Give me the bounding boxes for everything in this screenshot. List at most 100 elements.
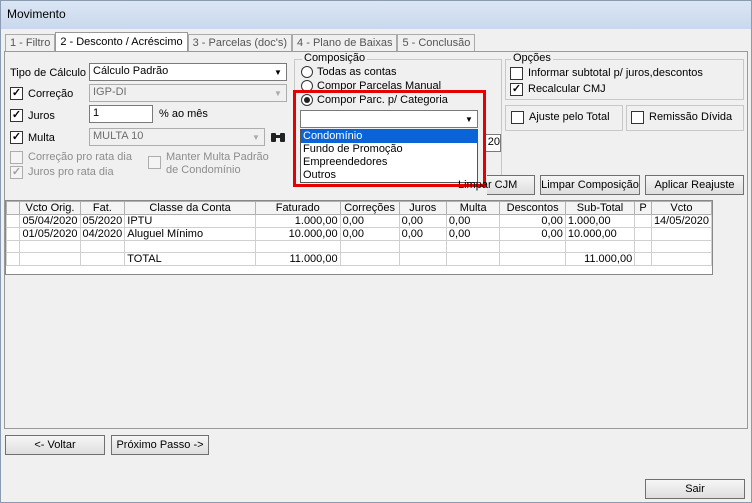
- multa-value: MULTA 10: [93, 130, 144, 142]
- manter-multa-checkbox[interactable]: [148, 156, 161, 169]
- tab-plano-baixas[interactable]: 4 - Plano de Baixas: [292, 34, 398, 52]
- cell-sub-total: 1.000,00: [564, 214, 636, 228]
- tab-parcelas[interactable]: 3 - Parcelas (doc's): [187, 34, 293, 52]
- cell-indicator: [5, 227, 21, 241]
- cell-faturado: 10.000,00: [254, 227, 341, 241]
- cell-multa: 0,00: [445, 227, 501, 241]
- multa-label: Multa: [28, 132, 55, 144]
- manter-multa-label-2: de Condomínio: [166, 164, 241, 176]
- chevron-down-icon[interactable]: ▼: [270, 85, 286, 101]
- column-header-vcto[interactable]: Vcto: [650, 201, 713, 215]
- table-row[interactable]: [5, 240, 713, 253]
- column-header-fat[interactable]: Fat.: [79, 201, 126, 215]
- column-header-juros[interactable]: Juros: [398, 201, 447, 215]
- juros-label: Juros: [28, 110, 55, 122]
- radio-todas-contas[interactable]: [301, 66, 313, 78]
- column-header-vcto-orig[interactable]: Vcto Orig.: [19, 201, 81, 215]
- tipo-calculo-value: Cálculo Padrão: [93, 65, 169, 77]
- sair-button[interactable]: Sair: [645, 479, 745, 499]
- ajuste-total-label: Ajuste pelo Total: [529, 111, 610, 123]
- table-row[interactable]: 01/05/2020 04/2020 Aluguel Mínimo 10.000…: [5, 227, 713, 241]
- column-header-sub-total[interactable]: Sub-Total: [564, 201, 636, 215]
- cell-multa: [445, 240, 501, 253]
- cell-p: [634, 240, 652, 253]
- cell-p: [634, 252, 652, 266]
- tipo-calculo-select[interactable]: Cálculo Padrão ▼: [89, 63, 287, 81]
- cell-classe-conta: [124, 240, 256, 253]
- correcao-pro-rata-checkbox[interactable]: [10, 151, 23, 164]
- column-header-faturado[interactable]: Faturado: [254, 201, 341, 215]
- tab-filtro[interactable]: 1 - Filtro: [5, 34, 56, 52]
- limpar-cjm-button[interactable]: Limpar CJM: [458, 175, 535, 195]
- cell-fat: 05/2020: [79, 214, 126, 228]
- cell-vcto: [650, 227, 713, 241]
- parcelas-table: Vcto Orig. Fat. Classe da Conta Faturado…: [5, 200, 713, 275]
- aplicar-reajuste-button[interactable]: Aplicar Reajuste: [645, 175, 744, 195]
- opcoes-title: Opções: [511, 52, 553, 64]
- composicao-title: Composição: [302, 52, 368, 64]
- cell-vcto-orig: [19, 252, 81, 266]
- column-header-indicator[interactable]: [5, 201, 21, 215]
- proximo-passo-button[interactable]: Próximo Passo ->: [111, 435, 209, 455]
- chevron-down-icon[interactable]: ▼: [248, 129, 264, 145]
- table-total-row: TOTAL 11.000,00 11.000,00: [5, 252, 713, 266]
- juros-pro-rata-label: Juros pro rata dia: [28, 166, 114, 178]
- cell-juros: 0,00: [398, 227, 447, 241]
- multa-checkbox[interactable]: ✓: [10, 131, 23, 144]
- title-bar: Movimento: [1, 1, 751, 29]
- remissao-divida-checkbox[interactable]: [631, 111, 644, 124]
- column-header-classe-conta[interactable]: Classe da Conta: [124, 201, 256, 215]
- cell-indicator: [5, 214, 21, 228]
- cell-correcoes: [339, 252, 400, 266]
- juros-input[interactable]: 1: [89, 105, 153, 123]
- limpar-cjm-label: Limpar CJM: [458, 179, 518, 191]
- cell-juros: 0,00: [398, 214, 447, 228]
- column-header-multa[interactable]: Multa: [445, 201, 501, 215]
- binoculars-icon[interactable]: [269, 128, 287, 146]
- cell-indicator: [5, 252, 21, 266]
- cell-vcto-orig: [19, 240, 81, 253]
- column-header-correcoes[interactable]: Correções: [339, 201, 400, 215]
- cell-sub-total: 10.000,00: [564, 227, 636, 241]
- tab-strip: 1 - Filtro 2 - Desconto / Acréscimo 3 - …: [5, 32, 476, 52]
- window-title: Movimento: [7, 7, 66, 21]
- cell-descontos: [499, 252, 566, 266]
- tab-conclusao[interactable]: 5 - Conclusão: [397, 34, 476, 52]
- manter-multa-label-1: Manter Multa Padrão: [166, 151, 269, 163]
- cell-indicator: [5, 240, 21, 253]
- informar-subtotal-label: Informar subtotal p/ juros,descontos: [528, 67, 703, 79]
- juros-pro-rata-checkbox[interactable]: ✓: [10, 166, 23, 179]
- table-header-row: Vcto Orig. Fat. Classe da Conta Faturado…: [5, 201, 713, 215]
- juros-checkbox[interactable]: ✓: [10, 109, 23, 122]
- chevron-down-icon[interactable]: ▼: [270, 64, 286, 80]
- cell-correcoes: 0,00: [339, 214, 400, 228]
- cell-multa: 0,00: [445, 214, 501, 228]
- tipo-calculo-label: Tipo de Cálculo: [10, 67, 87, 79]
- cell-total-label: TOTAL: [124, 252, 256, 266]
- correcao-select[interactable]: IGP-DI ▼: [89, 84, 287, 102]
- cell-faturado: 1.000,00: [254, 214, 341, 228]
- multa-select[interactable]: MULTA 10 ▼: [89, 128, 265, 146]
- correcao-checkbox[interactable]: ✓: [10, 87, 23, 100]
- cell-descontos: 0,00: [499, 214, 566, 228]
- limpar-composicao-button[interactable]: Limpar Composição: [540, 175, 640, 195]
- column-header-descontos[interactable]: Descontos: [499, 201, 566, 215]
- voltar-button[interactable]: <- Voltar: [5, 435, 105, 455]
- cell-descontos: 0,00: [499, 227, 566, 241]
- recalcular-cmj-checkbox[interactable]: ✓: [510, 83, 523, 96]
- cell-juros: [398, 240, 447, 253]
- informar-subtotal-checkbox[interactable]: [510, 67, 523, 80]
- cell-juros: [398, 252, 447, 266]
- cell-correcoes: [339, 240, 400, 253]
- ajuste-total-checkbox[interactable]: [511, 111, 524, 124]
- column-header-p[interactable]: P: [634, 201, 652, 215]
- cell-vcto-orig: 05/04/2020: [19, 214, 81, 228]
- cell-fat: [79, 252, 126, 266]
- table-row[interactable]: 05/04/2020 05/2020 IPTU 1.000,00 0,00 0,…: [5, 214, 713, 228]
- cell-descontos: [499, 240, 566, 253]
- recalcular-cmj-label: Recalcular CMJ: [528, 83, 606, 95]
- tab-desconto-acrescimo[interactable]: 2 - Desconto / Acréscimo: [55, 32, 188, 52]
- remissao-divida-label: Remissão Dívida: [649, 111, 733, 123]
- cell-correcoes: 0,00: [339, 227, 400, 241]
- cell-classe-conta: Aluguel Mínimo: [124, 227, 256, 241]
